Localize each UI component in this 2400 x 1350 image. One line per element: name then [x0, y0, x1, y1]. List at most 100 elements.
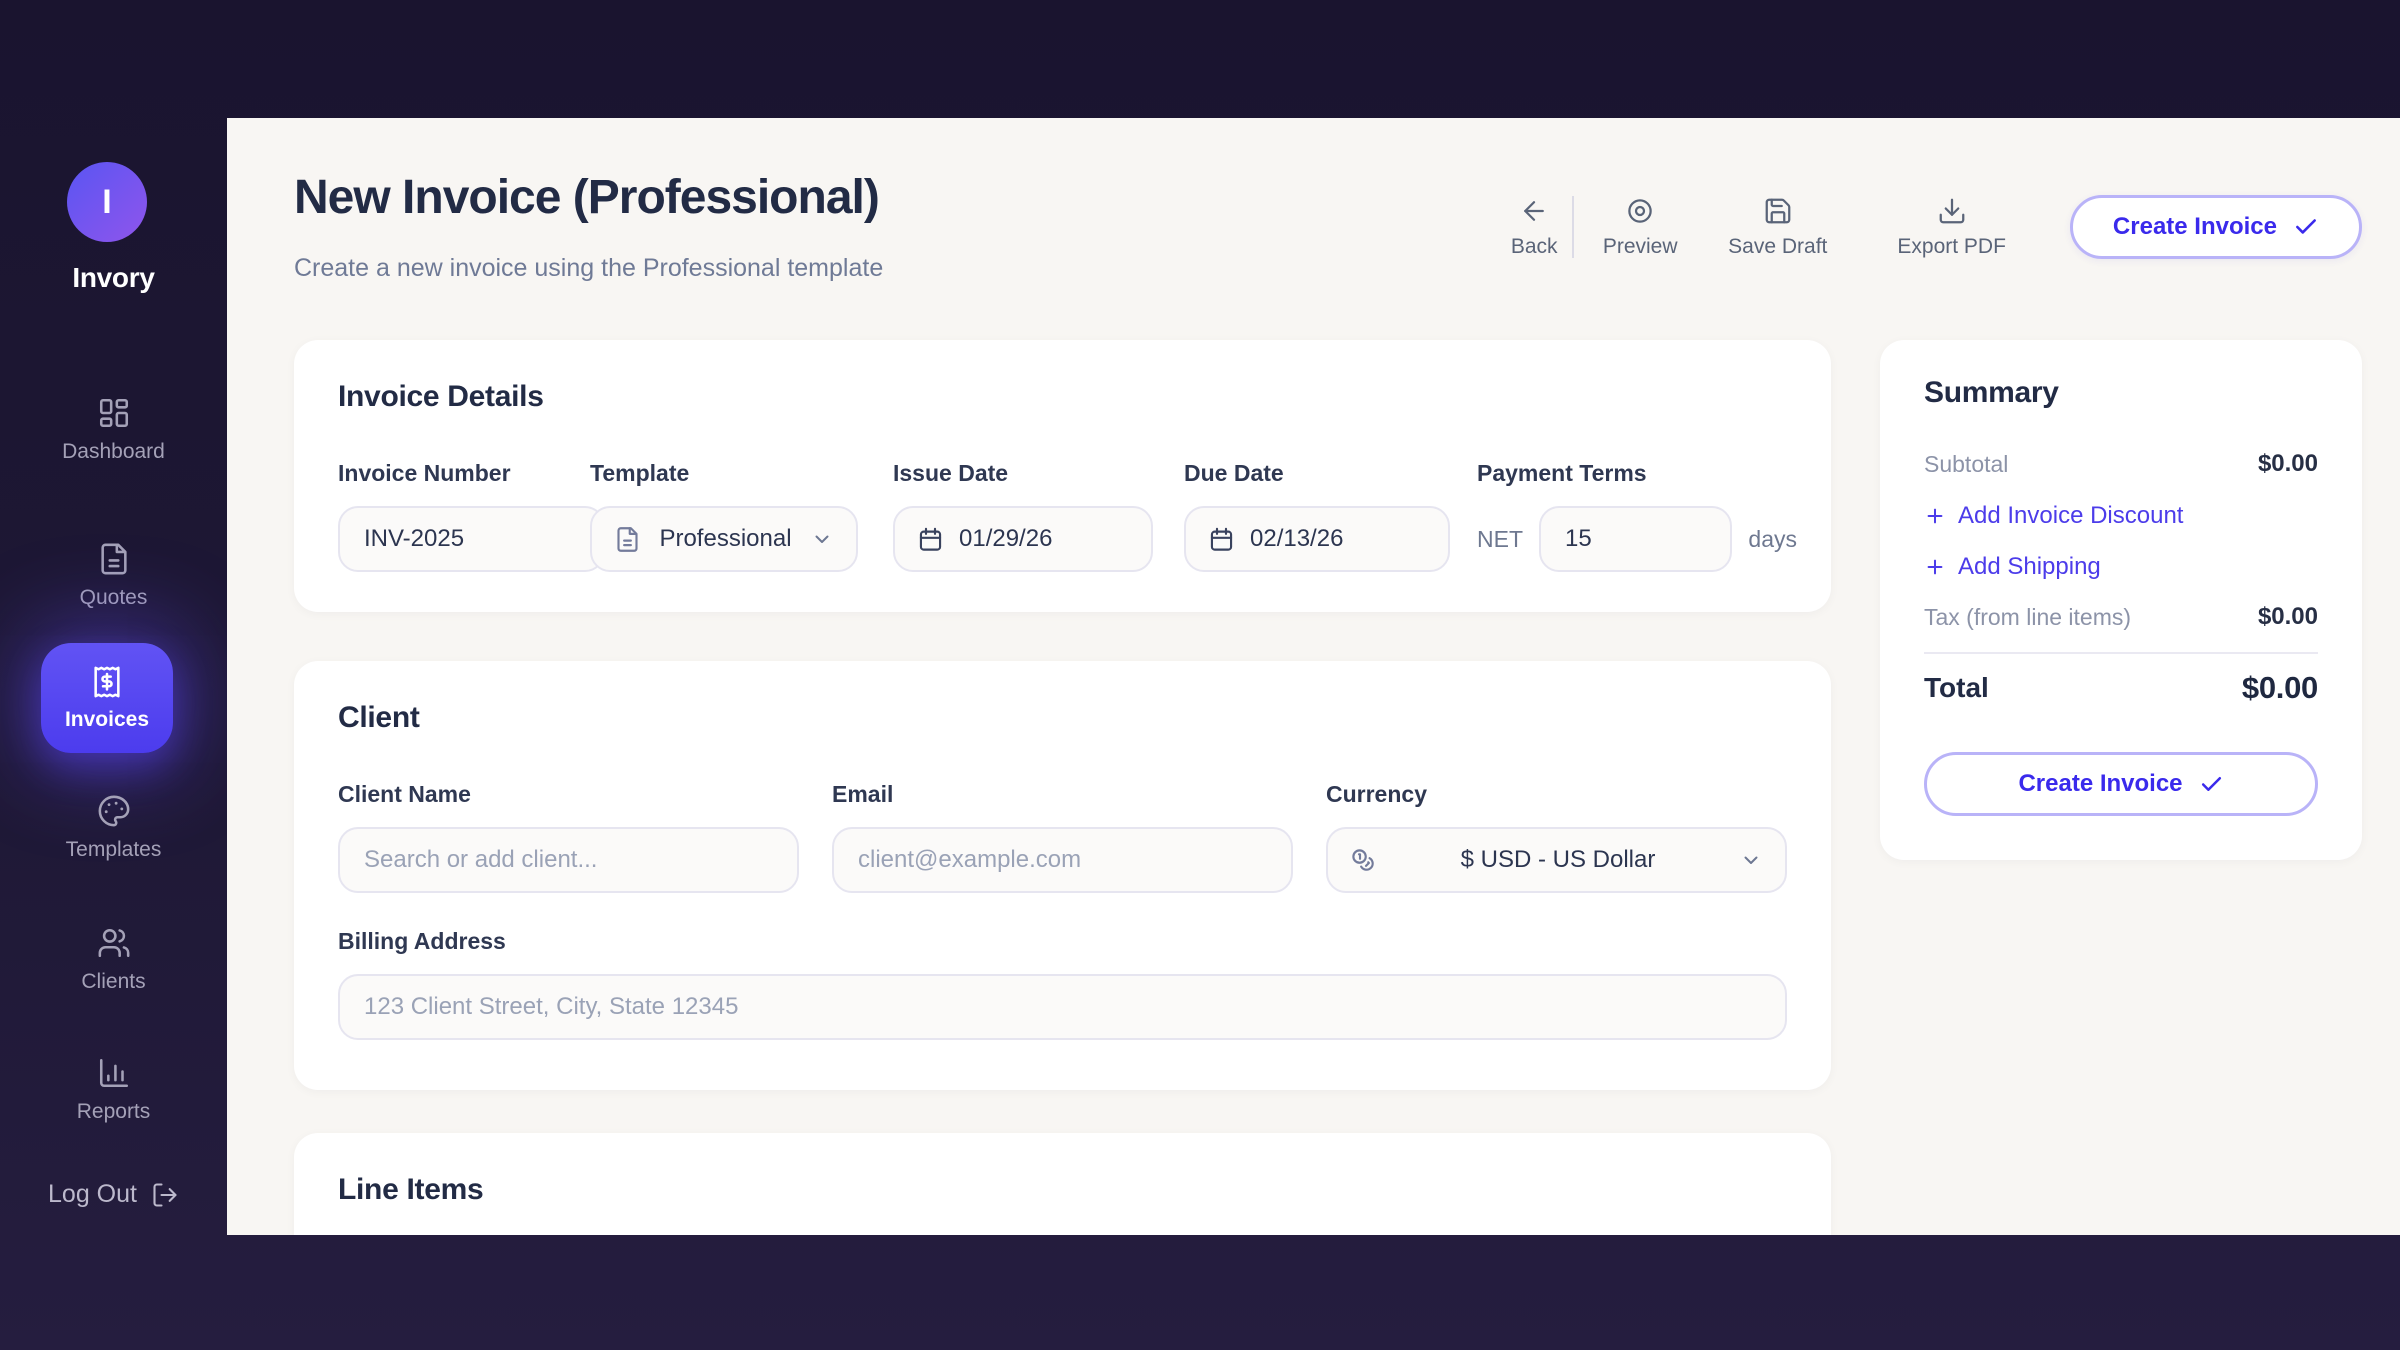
days-label: days — [1748, 526, 1797, 553]
summary-heading: Summary — [1924, 376, 2059, 410]
add-discount-link[interactable]: Add Invoice Discount — [1924, 502, 2183, 530]
summary-create-invoice-button[interactable]: Create Invoice — [1924, 752, 2318, 816]
sidebar-item-label: Reports — [77, 1100, 151, 1124]
coins-icon — [1350, 847, 1377, 874]
due-date-label: Due Date — [1184, 460, 1450, 487]
issue-date-label: Issue Date — [893, 460, 1153, 487]
plus-icon — [1924, 505, 1946, 527]
sidebar-item-reports[interactable]: Reports — [0, 1056, 227, 1124]
template-value: Professional — [656, 525, 795, 553]
create-invoice-button[interactable]: Create Invoice — [2070, 195, 2362, 259]
check-icon — [2293, 214, 2319, 240]
sidebar-item-label: Templates — [66, 838, 162, 862]
add-shipping-label: Add Shipping — [1958, 553, 2101, 581]
invoice-number-label: Invoice Number — [338, 460, 605, 487]
email-field: Email — [832, 781, 1293, 893]
download-icon — [1937, 196, 1967, 226]
check-icon — [2199, 772, 2224, 797]
due-date-value: 02/13/26 — [1250, 525, 1343, 553]
sidebar-item-dashboard[interactable]: Dashboard — [0, 396, 227, 464]
issue-date-value: 01/29/26 — [959, 525, 1052, 553]
add-shipping-link[interactable]: Add Shipping — [1924, 553, 2101, 581]
payment-terms-field: Payment Terms NET days — [1477, 460, 1797, 572]
invoice-number-input[interactable] — [338, 506, 605, 572]
due-date-input[interactable]: 02/13/26 — [1184, 506, 1450, 572]
total-value: $0.00 — [2242, 670, 2318, 706]
subtotal-value: $0.00 — [2258, 450, 2318, 478]
back-button[interactable]: Back — [1502, 196, 1566, 259]
billing-address-field: Billing Address — [338, 928, 1787, 1040]
logout-label: Log Out — [48, 1180, 137, 1209]
save-draft-button[interactable]: Save Draft — [1728, 196, 1827, 259]
save-draft-label: Save Draft — [1728, 235, 1827, 259]
tax-row: Tax (from line items) $0.00 — [1924, 603, 2318, 631]
sidebar-item-clients[interactable]: Clients — [0, 926, 227, 994]
email-label: Email — [832, 781, 1293, 808]
header-divider — [1572, 196, 1574, 258]
calendar-icon — [1208, 526, 1235, 553]
net-label: NET — [1477, 526, 1523, 553]
line-items-card: Line Items — [294, 1133, 1831, 1235]
arrow-left-icon — [1519, 196, 1549, 226]
sidebar-item-templates[interactable]: Templates — [0, 794, 227, 862]
client-card: Client Client Name Email Currency $ — [294, 661, 1831, 1090]
payment-terms-label: Payment Terms — [1477, 460, 1797, 487]
invoice-number-field: Invoice Number — [338, 460, 605, 572]
logout-icon — [151, 1181, 179, 1209]
sidebar-item-invoices[interactable]: Invoices — [41, 643, 173, 753]
brand-name: Invory — [0, 262, 227, 294]
palette-icon — [97, 794, 131, 828]
email-input[interactable] — [832, 827, 1293, 893]
total-label: Total — [1924, 672, 1989, 704]
sidebar-item-label: Clients — [81, 970, 145, 994]
calendar-icon — [917, 526, 944, 553]
billing-address-label: Billing Address — [338, 928, 1787, 955]
chevron-down-icon — [810, 527, 834, 551]
currency-select[interactable]: $ USD - US Dollar — [1326, 827, 1787, 893]
template-label: Template — [590, 460, 858, 487]
subtotal-label: Subtotal — [1924, 451, 2008, 478]
preview-button[interactable]: Preview — [1592, 196, 1688, 259]
tax-label: Tax (from line items) — [1924, 604, 2131, 631]
template-select[interactable]: Professional — [590, 506, 858, 572]
main-content: New Invoice (Professional) Create a new … — [227, 118, 2400, 1235]
app-logo: I — [67, 162, 147, 242]
sidebar: I Invory Dashboard Quotes Invoices Templ… — [0, 0, 227, 1350]
app-root: I Invory Dashboard Quotes Invoices Templ… — [0, 0, 2400, 1350]
chevron-down-icon — [1739, 848, 1763, 872]
create-invoice-label: Create Invoice — [2113, 213, 2277, 241]
page-title: New Invoice (Professional) — [294, 170, 879, 225]
header-actions: Back Preview Save Draft Export PDF Creat… — [1502, 194, 2362, 260]
currency-field: Currency $ USD - US Dollar — [1326, 781, 1787, 893]
issue-date-field: Issue Date 01/29/26 — [893, 460, 1153, 572]
currency-value: $ USD - US Dollar — [1392, 846, 1724, 874]
summary-divider — [1924, 652, 2318, 654]
client-name-label: Client Name — [338, 781, 799, 808]
subtotal-row: Subtotal $0.00 — [1924, 450, 2318, 478]
file-text-icon — [97, 542, 131, 576]
billing-address-input[interactable] — [338, 974, 1787, 1040]
summary-card: Summary Subtotal $0.00 Add Invoice Disco… — [1880, 340, 2362, 860]
logout-button[interactable]: Log Out — [0, 1180, 227, 1209]
bar-chart-icon — [97, 1056, 131, 1090]
export-pdf-label: Export PDF — [1897, 235, 2006, 259]
client-name-input[interactable] — [338, 827, 799, 893]
plus-icon — [1924, 556, 1946, 578]
sidebar-item-label: Dashboard — [62, 440, 165, 464]
add-discount-label: Add Invoice Discount — [1958, 502, 2183, 530]
back-label: Back — [1511, 235, 1558, 259]
payment-terms-input[interactable] — [1539, 506, 1732, 572]
currency-label: Currency — [1326, 781, 1787, 808]
total-row: Total $0.00 — [1924, 670, 2318, 706]
sidebar-item-quotes[interactable]: Quotes — [0, 542, 227, 610]
summary-create-invoice-label: Create Invoice — [2018, 770, 2182, 798]
dashboard-icon — [97, 396, 131, 430]
due-date-field: Due Date 02/13/26 — [1184, 460, 1450, 572]
export-pdf-button[interactable]: Export PDF — [1897, 196, 2006, 259]
issue-date-input[interactable]: 01/29/26 — [893, 506, 1153, 572]
receipt-icon — [90, 665, 124, 699]
tax-value: $0.00 — [2258, 603, 2318, 631]
template-field: Template Professional — [590, 460, 858, 572]
template-file-icon — [614, 526, 641, 553]
sidebar-item-label: Quotes — [80, 586, 148, 610]
